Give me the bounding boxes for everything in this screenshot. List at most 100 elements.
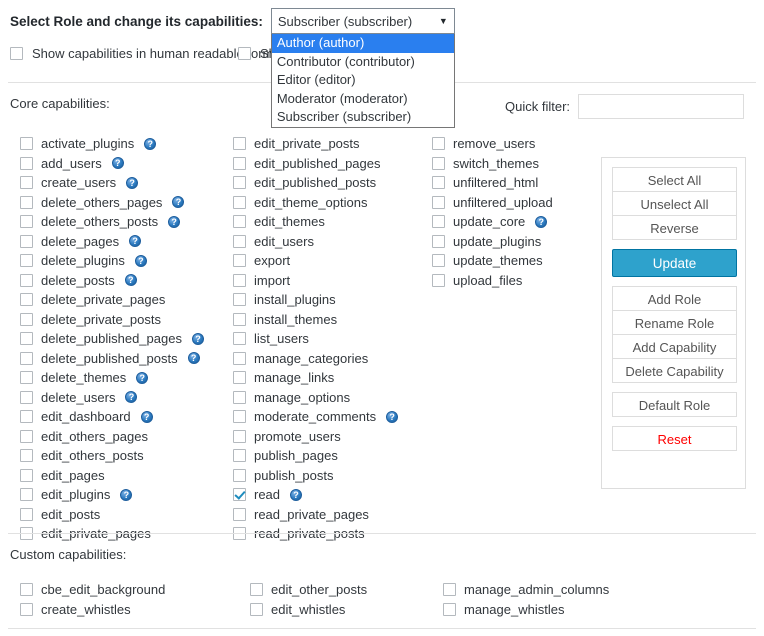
capability-row[interactable]: promote_users <box>233 427 433 447</box>
capability-checkbox[interactable] <box>432 273 445 287</box>
capability-row[interactable]: delete_pages? <box>20 232 230 252</box>
capability-checkbox[interactable] <box>20 410 33 424</box>
capability-checkbox[interactable] <box>233 195 246 209</box>
capability-row[interactable]: install_plugins <box>233 290 433 310</box>
reset-button[interactable]: Reset <box>612 426 737 451</box>
capability-row[interactable]: publish_pages <box>233 446 433 466</box>
capability-row[interactable]: update_core? <box>432 212 602 232</box>
capability-row[interactable]: manage_whistles <box>443 600 609 620</box>
help-icon[interactable]: ? <box>290 488 303 501</box>
capability-checkbox[interactable] <box>20 273 33 287</box>
update-button[interactable]: Update <box>612 249 737 277</box>
capability-checkbox[interactable] <box>233 215 246 229</box>
capability-row[interactable]: switch_themes <box>432 154 602 174</box>
reverse-button[interactable]: Reverse <box>612 215 737 240</box>
capability-row[interactable]: delete_others_posts? <box>20 212 230 232</box>
help-icon[interactable]: ? <box>535 215 548 228</box>
capability-checkbox[interactable] <box>20 195 33 209</box>
capability-checkbox[interactable] <box>233 312 246 326</box>
deprecated-checkbox[interactable] <box>238 47 251 60</box>
capability-checkbox[interactable] <box>432 254 445 268</box>
help-icon[interactable]: ? <box>126 176 139 189</box>
capability-row[interactable]: install_themes <box>233 310 433 330</box>
capability-row[interactable]: delete_others_pages? <box>20 193 230 213</box>
help-icon[interactable]: ? <box>120 488 133 501</box>
capability-row[interactable]: edit_themes <box>233 212 433 232</box>
capability-checkbox[interactable] <box>233 254 246 268</box>
capability-checkbox[interactable] <box>233 449 246 463</box>
capability-checkbox[interactable] <box>20 583 33 597</box>
role-select-dropdown[interactable]: Author (author) Contributor (contributor)… <box>270 34 455 128</box>
capability-row[interactable]: create_users? <box>20 173 230 193</box>
delete-capability-button[interactable]: Delete Capability <box>612 358 737 383</box>
capability-row[interactable]: delete_plugins? <box>20 251 230 271</box>
capability-checkbox[interactable] <box>233 273 246 287</box>
capability-row[interactable]: unfiltered_upload <box>432 193 602 213</box>
help-icon[interactable]: ? <box>111 157 124 170</box>
unselect-all-button[interactable]: Unselect All <box>612 191 737 216</box>
role-option-3[interactable]: Moderator (moderator) <box>272 90 454 109</box>
capability-row[interactable]: edit_published_pages <box>233 154 433 174</box>
capability-row[interactable]: edit_others_posts <box>20 446 230 466</box>
help-icon[interactable]: ? <box>172 196 185 209</box>
help-icon[interactable]: ? <box>187 352 200 365</box>
capability-checkbox[interactable] <box>20 390 33 404</box>
add-role-button[interactable]: Add Role <box>612 286 737 311</box>
capability-checkbox[interactable] <box>233 488 246 502</box>
capability-row[interactable]: edit_plugins? <box>20 485 230 505</box>
capability-checkbox[interactable] <box>432 176 445 190</box>
capability-checkbox[interactable] <box>233 410 246 424</box>
capability-checkbox[interactable] <box>20 488 33 502</box>
capability-checkbox[interactable] <box>20 176 33 190</box>
capability-checkbox[interactable] <box>20 312 33 326</box>
capability-row[interactable]: edit_published_posts <box>233 173 433 193</box>
role-option-4[interactable]: Subscriber (subscriber) <box>272 108 454 127</box>
help-icon[interactable]: ? <box>168 215 181 228</box>
capability-row[interactable]: unfiltered_html <box>432 173 602 193</box>
capability-row[interactable]: edit_theme_options <box>233 193 433 213</box>
capability-row[interactable]: edit_posts <box>20 505 230 525</box>
capability-checkbox[interactable] <box>20 254 33 268</box>
rename-role-button[interactable]: Rename Role <box>612 310 737 335</box>
select-all-button[interactable]: Select All <box>612 167 737 192</box>
capability-row[interactable]: delete_private_posts <box>20 310 230 330</box>
capability-checkbox[interactable] <box>233 371 246 385</box>
capability-checkbox[interactable] <box>250 602 263 616</box>
capability-row[interactable]: publish_posts <box>233 466 433 486</box>
capability-checkbox[interactable] <box>20 156 33 170</box>
help-icon[interactable]: ? <box>191 332 204 345</box>
capability-row[interactable]: delete_posts? <box>20 271 230 291</box>
capability-row[interactable]: add_users? <box>20 154 230 174</box>
capability-row[interactable]: update_themes <box>432 251 602 271</box>
capability-checkbox[interactable] <box>432 234 445 248</box>
help-icon[interactable]: ? <box>124 274 137 287</box>
capability-checkbox[interactable] <box>233 234 246 248</box>
capability-checkbox[interactable] <box>20 332 33 346</box>
capability-checkbox[interactable] <box>20 371 33 385</box>
capability-checkbox[interactable] <box>443 602 456 616</box>
capability-row[interactable]: edit_pages <box>20 466 230 486</box>
capability-checkbox[interactable] <box>443 583 456 597</box>
capability-row[interactable]: update_plugins <box>432 232 602 252</box>
capability-row[interactable]: read? <box>233 485 433 505</box>
capability-row[interactable]: delete_published_posts? <box>20 349 230 369</box>
capability-row[interactable]: list_users <box>233 329 433 349</box>
help-icon[interactable]: ? <box>125 391 138 404</box>
capability-row[interactable]: delete_published_pages? <box>20 329 230 349</box>
capability-row[interactable]: edit_other_posts <box>250 580 367 600</box>
capability-row[interactable]: delete_themes? <box>20 368 230 388</box>
capability-row[interactable]: remove_users <box>432 134 602 154</box>
capability-checkbox[interactable] <box>20 602 33 616</box>
capability-row[interactable]: import <box>233 271 433 291</box>
capability-row[interactable]: edit_others_pages <box>20 427 230 447</box>
capability-row[interactable]: manage_options <box>233 388 433 408</box>
capability-checkbox[interactable] <box>432 195 445 209</box>
capability-checkbox[interactable] <box>432 156 445 170</box>
capability-row[interactable]: manage_links <box>233 368 433 388</box>
quick-filter-input[interactable] <box>578 94 745 119</box>
capability-row[interactable]: manage_categories <box>233 349 433 369</box>
help-icon[interactable]: ? <box>386 410 399 423</box>
capability-checkbox[interactable] <box>233 137 246 151</box>
capability-checkbox[interactable] <box>233 468 246 482</box>
help-icon[interactable]: ? <box>140 410 153 423</box>
